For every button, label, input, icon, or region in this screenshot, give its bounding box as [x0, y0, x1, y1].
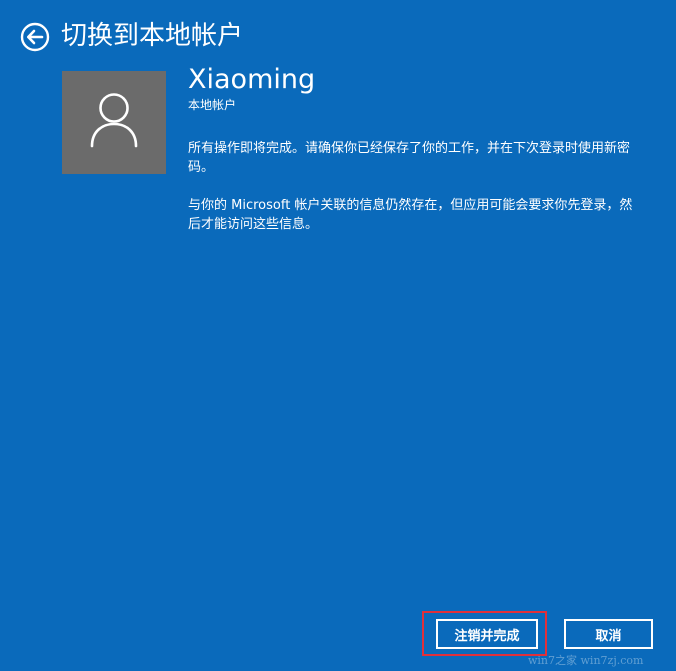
- account-type: 本地帐户: [188, 98, 237, 112]
- sign-out-and-finish-button[interactable]: 注销并完成: [436, 619, 538, 649]
- cancel-button[interactable]: 取消: [564, 619, 653, 649]
- back-arrow-icon: [20, 22, 50, 52]
- completion-message: 所有操作即将完成。请确保你已经保存了你的工作，并在下次登录时使用新密码。: [188, 141, 631, 175]
- watermark: win7之家 win7zj.com: [528, 654, 644, 667]
- microsoft-account-info-message: 与你的 Microsoft 帐户关联的信息仍然存在，但应用可能会要求你先登录，然…: [188, 198, 633, 232]
- user-name: Xiaoming: [188, 64, 316, 95]
- user-icon: [90, 93, 138, 148]
- avatar: [62, 71, 166, 174]
- page-title: 切换到本地帐户: [61, 21, 244, 51]
- back-button[interactable]: [20, 22, 50, 52]
